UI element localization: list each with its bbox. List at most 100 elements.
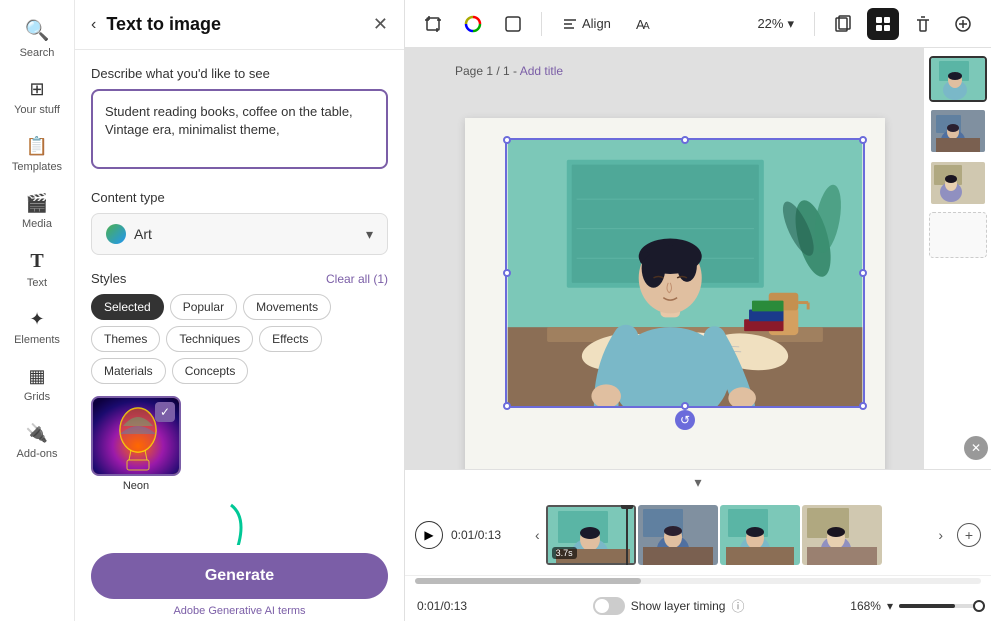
selection-handle-bl[interactable] <box>503 402 511 410</box>
sidebar-item-label: Media <box>22 218 52 230</box>
svg-text:A: A <box>643 21 650 32</box>
thumbnail-1[interactable] <box>929 56 987 102</box>
clear-all-button[interactable]: Clear all (1) <box>326 272 388 286</box>
sidebar-item-add-ons[interactable]: 🔌 Add-ons <box>0 413 74 470</box>
timeline-toggle[interactable]: ▾ <box>405 470 991 495</box>
style-tag-selected[interactable]: Selected <box>91 294 164 320</box>
align-icon <box>562 16 578 32</box>
playhead-top <box>621 505 633 509</box>
style-tag-themes[interactable]: Themes <box>91 326 160 352</box>
timeline-zoom-slider[interactable] <box>899 604 979 608</box>
style-tag-effects[interactable]: Effects <box>259 326 321 352</box>
style-tag-techniques[interactable]: Techniques <box>166 326 253 352</box>
rotate-handle[interactable]: ↺ <box>675 410 695 430</box>
info-icon[interactable]: ⓘ <box>731 596 744 615</box>
selection-handle-ml[interactable] <box>503 269 511 277</box>
sidebar-item-grids[interactable]: ▦ Grids <box>0 356 74 413</box>
frame-2[interactable] <box>638 505 718 565</box>
pages-icon <box>834 15 852 33</box>
delete-button[interactable] <box>907 8 939 40</box>
sidebar-item-search[interactable]: 🔍 Search <box>0 8 74 69</box>
style-tag-materials[interactable]: Materials <box>91 358 166 384</box>
style-tag-movements[interactable]: Movements <box>243 294 331 320</box>
timeline-controls: ▶ 0:01/0:13 ‹ <box>405 495 991 576</box>
time-display: 0:01/0:13 <box>451 528 521 542</box>
toggle-thumb <box>595 599 609 613</box>
selection-handle-tc[interactable] <box>681 136 689 144</box>
generate-area: Generate Adobe Generative AI terms <box>75 545 404 621</box>
color-wheel-button[interactable] <box>457 8 489 40</box>
panel-back-button[interactable]: ‹ <box>91 16 96 34</box>
add-title-link[interactable]: Add title <box>520 64 563 78</box>
sidebar-item-templates[interactable]: 📋 Templates <box>0 126 74 183</box>
page-label: Page 1 / 1 - Add title <box>455 64 563 78</box>
thumbnail-panel: ✕ <box>923 48 991 469</box>
grids-icon: ▦ <box>28 366 45 387</box>
style-tag-concepts[interactable]: Concepts <box>172 358 249 384</box>
frame-1[interactable]: 3.7s <box>546 505 636 565</box>
timeline-scrollbar[interactable] <box>415 578 981 584</box>
sidebar-item-label: Search <box>20 47 55 59</box>
top-toolbar: Align A A 22% ▾ <box>405 0 991 48</box>
thumbnail-3[interactable] <box>929 160 987 206</box>
thumbnail-empty <box>929 212 987 258</box>
sidebar-item-media[interactable]: 🎬 Media <box>0 183 74 240</box>
selection-handle-br[interactable] <box>859 402 867 410</box>
zoom-chevron-icon: ▾ <box>787 16 794 32</box>
timeline-scroll-left[interactable]: ‹ <box>533 525 542 545</box>
student-illustration-svg <box>507 140 863 406</box>
zoom-control[interactable]: 22% ▾ <box>749 12 802 36</box>
zoom-chevron-icon[interactable]: ▾ <box>887 599 893 613</box>
pages-button[interactable] <box>827 8 859 40</box>
thumbnail-2-image <box>931 110 985 152</box>
selection-handle-tl[interactable] <box>503 136 511 144</box>
sidebar-item-text[interactable]: T Text <box>0 240 74 299</box>
frame-3[interactable] <box>720 505 800 565</box>
frame-icon <box>504 15 522 33</box>
sidebar-item-elements[interactable]: ✦ Elements <box>0 299 74 356</box>
frame-4[interactable] <box>802 505 882 565</box>
add-ons-icon: 🔌 <box>26 423 48 444</box>
align-button[interactable]: Align <box>554 12 619 36</box>
timeline-scroll-right[interactable]: › <box>936 525 945 545</box>
ai-terms-link[interactable]: Adobe Generative AI terms <box>173 605 305 617</box>
style-thumb-neon[interactable]: ✓ Neon <box>91 396 181 492</box>
neon-thumb-image: ✓ <box>91 396 181 476</box>
text-icon: T <box>30 250 43 273</box>
styles-label: Styles <box>91 271 126 286</box>
describe-textarea[interactable]: Student reading books, coffee on the tab… <box>91 89 388 169</box>
style-thumbnails: ✓ Neon <box>91 396 388 492</box>
style-tag-popular[interactable]: Popular <box>170 294 237 320</box>
bottom-controls: 0:01/0:13 Show layer timing ⓘ 168% ▾ <box>405 590 991 621</box>
generate-button[interactable]: Generate <box>91 553 388 599</box>
zoom-slider-thumb <box>973 600 985 612</box>
image-selection[interactable]: ↺ <box>505 138 865 408</box>
selection-handle-bc[interactable] <box>681 402 689 410</box>
frame-4-image <box>802 505 882 565</box>
canvas-wrapper: Page 1 / 1 - Add title <box>405 48 991 469</box>
frame-duration: 3.7s <box>552 547 577 559</box>
content-type-select[interactable]: Art ▾ <box>91 213 388 255</box>
chevron-down-icon: ▾ <box>366 226 373 243</box>
timeline-add-button[interactable]: + <box>957 523 981 547</box>
layer-timing-toggle[interactable] <box>593 597 625 615</box>
thumbnail-panel-close[interactable]: ✕ <box>964 436 988 460</box>
crop-tool-button[interactable] <box>417 8 449 40</box>
frame-3-image <box>720 505 800 565</box>
panel-close-button[interactable]: ✕ <box>373 14 388 35</box>
delete-icon <box>914 15 932 33</box>
selection-handle-tr[interactable] <box>859 136 867 144</box>
add-button[interactable] <box>947 8 979 40</box>
frame-button[interactable] <box>497 8 529 40</box>
play-button[interactable]: ▶ <box>415 521 443 549</box>
selection-handle-mr[interactable] <box>859 269 867 277</box>
arrow-svg <box>191 500 271 545</box>
grid-icon <box>874 15 892 33</box>
timeline-zoom-value[interactable]: 168% <box>850 599 881 613</box>
grid-view-button[interactable] <box>867 8 899 40</box>
media-icon: 🎬 <box>26 193 48 214</box>
thumbnail-2[interactable] <box>929 108 987 154</box>
sidebar-item-your-stuff[interactable]: ⊞ Your stuff <box>0 69 74 126</box>
sidebar-item-label: Add-ons <box>17 448 58 460</box>
language-button[interactable]: A A <box>627 8 659 40</box>
